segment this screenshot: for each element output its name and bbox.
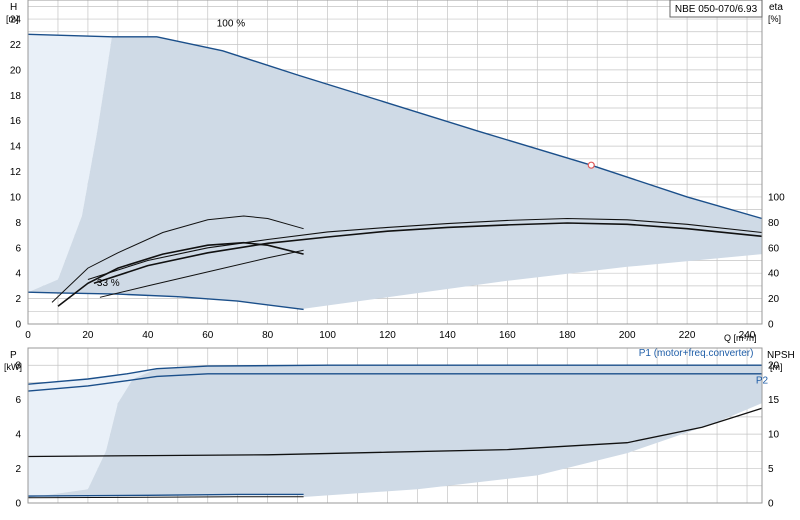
power-tick-label: 2 — [15, 464, 21, 475]
x-tick-label: 100 — [319, 330, 336, 341]
power-series-label: P2 — [756, 375, 769, 386]
x-tick-label: 180 — [559, 330, 576, 341]
eta-axis-title: eta — [769, 2, 783, 13]
npsh-axis-title: NPSH — [767, 350, 795, 361]
eta-tick-label: 60 — [768, 243, 780, 254]
head-tick-label: 20 — [10, 65, 22, 76]
head-tick-label: 12 — [10, 167, 22, 178]
power-axis-title: P — [10, 350, 17, 361]
duty-point-marker — [587, 161, 595, 169]
head-tick-label: 4 — [15, 269, 21, 280]
npsh-tick-label: 5 — [768, 464, 774, 475]
head-axis-title: H — [10, 2, 17, 13]
product-label: NBE 050-070/6.93 — [675, 4, 758, 15]
head-tick-label: 16 — [10, 116, 22, 127]
eta-tick-label: 0 — [768, 320, 774, 331]
power-tick-label: 6 — [15, 395, 21, 406]
head-tick-label: 22 — [10, 40, 22, 51]
speed-annotation: 33 % — [97, 278, 120, 289]
eta-tick-label: 100 — [768, 192, 785, 203]
x-tick-label: 60 — [202, 330, 214, 341]
eta-tick-label: 40 — [768, 269, 780, 280]
npsh-tick-label: 10 — [768, 430, 780, 441]
head-tick-label: 0 — [15, 320, 21, 331]
x-tick-label: 80 — [262, 330, 274, 341]
head-tick-label: 6 — [15, 243, 21, 254]
flow-axis-label: Q [m³/h] — [724, 333, 757, 343]
power-series-label: P1 (motor+freq.converter) — [639, 348, 754, 359]
npsh-tick-label: 15 — [768, 395, 780, 406]
x-tick-label: 220 — [679, 330, 696, 341]
x-tick-label: 0 — [25, 330, 31, 341]
head-tick-label: 18 — [10, 91, 22, 102]
x-tick-label: 200 — [619, 330, 636, 341]
head-tick-label: 2 — [15, 294, 21, 305]
npsh-tick-label: 0 — [768, 499, 774, 510]
x-tick-label: 120 — [379, 330, 396, 341]
head-axis-unit: [m] — [6, 14, 19, 24]
speed-annotation: 100 % — [217, 19, 245, 30]
power-tick-label: 0 — [15, 499, 21, 510]
eta-tick-label: 80 — [768, 218, 780, 229]
x-tick-label: 140 — [439, 330, 456, 341]
head-tick-label: 14 — [10, 142, 22, 153]
power-tick-label: 4 — [15, 430, 21, 441]
eta-axis-unit: [%] — [768, 14, 781, 24]
head-tick-label: 10 — [10, 192, 22, 203]
x-tick-label: 40 — [142, 330, 154, 341]
x-tick-label: 160 — [499, 330, 516, 341]
eta-tick-label: 20 — [768, 294, 780, 305]
pump-performance-chart: 0 20 40 60 80 100 120 140 160 180 200 220 2400246810… — [0, 0, 800, 520]
npsh-axis-unit: [m] — [770, 362, 783, 372]
power-axis-unit: [kW] — [4, 362, 22, 372]
x-tick-label: 20 — [82, 330, 94, 341]
head-tick-label: 8 — [15, 218, 21, 229]
